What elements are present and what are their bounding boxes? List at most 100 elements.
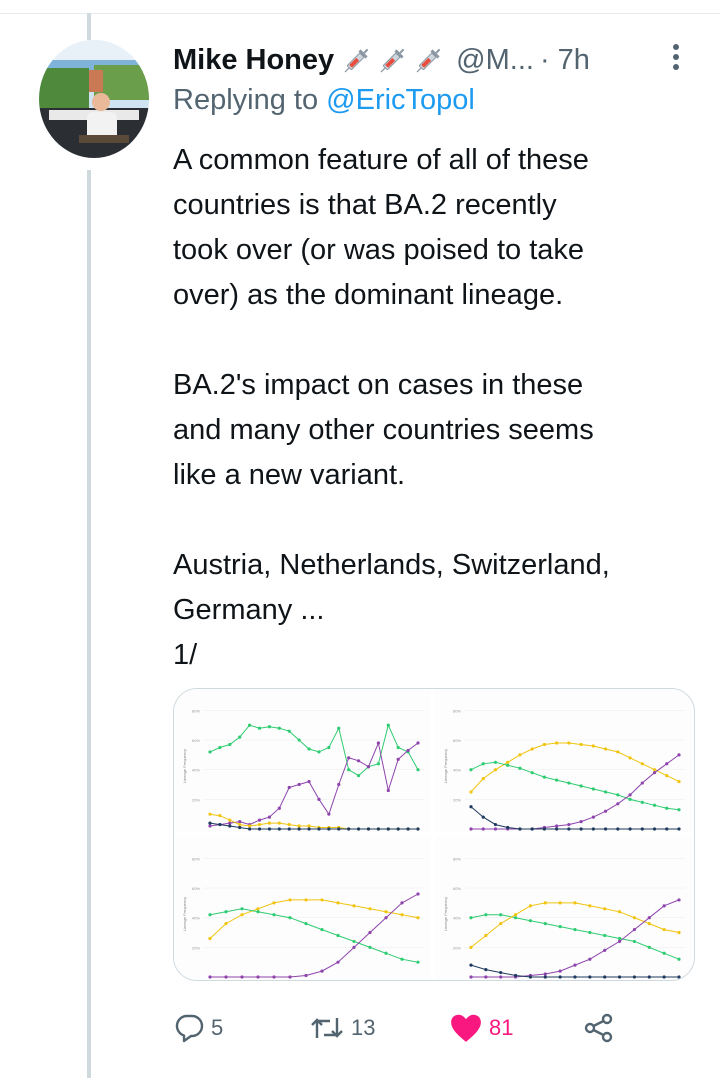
data-point bbox=[484, 913, 488, 917]
replying-to: Replying to @EricTopol bbox=[173, 84, 475, 117]
share-button[interactable] bbox=[583, 1005, 621, 1050]
data-point bbox=[297, 738, 301, 742]
data-point bbox=[287, 729, 291, 733]
data-point bbox=[469, 916, 473, 920]
data-point bbox=[499, 975, 503, 979]
author-name[interactable]: Mike Honey bbox=[173, 44, 334, 77]
retweet-button[interactable]: 13 bbox=[309, 1005, 375, 1050]
data-point bbox=[518, 753, 522, 757]
data-point bbox=[396, 827, 400, 831]
data-point bbox=[662, 975, 666, 979]
data-point bbox=[272, 913, 276, 917]
chart-image-4[interactable]: 80% 60% 40% 20% Lineage Frequency bbox=[435, 837, 692, 980]
data-point bbox=[386, 827, 390, 831]
data-point bbox=[567, 822, 571, 827]
data-point bbox=[573, 901, 577, 905]
data-point bbox=[238, 825, 242, 830]
data-point bbox=[307, 747, 311, 751]
data-point bbox=[224, 910, 228, 914]
data-point bbox=[208, 750, 212, 754]
data-point bbox=[567, 781, 571, 785]
data-point bbox=[484, 975, 488, 979]
series-line bbox=[209, 741, 419, 827]
data-point bbox=[336, 933, 340, 938]
data-point bbox=[208, 821, 212, 825]
data-point bbox=[238, 822, 242, 827]
like-count: 81 bbox=[489, 1014, 514, 1040]
series-line bbox=[209, 723, 419, 777]
data-point bbox=[297, 824, 301, 828]
data-point bbox=[376, 762, 380, 766]
data-point bbox=[588, 904, 592, 908]
data-point bbox=[499, 922, 503, 926]
data-point bbox=[347, 827, 351, 831]
data-point bbox=[558, 975, 562, 979]
data-point bbox=[317, 797, 321, 801]
series-line bbox=[470, 902, 680, 948]
data-point bbox=[484, 933, 488, 938]
chart-image-1[interactable]: 80% 60% 40% 20% Lineage Frequency bbox=[174, 689, 431, 832]
like-button[interactable]: 81 bbox=[449, 1005, 513, 1050]
reply-button[interactable]: 5 bbox=[173, 1005, 223, 1050]
reply-to-link[interactable]: @EricTopol bbox=[326, 84, 475, 116]
share-icon bbox=[584, 1013, 613, 1042]
syringe-icon bbox=[380, 48, 405, 73]
data-point bbox=[317, 827, 321, 831]
data-point bbox=[416, 892, 420, 896]
syringe-icon bbox=[416, 48, 441, 73]
data-point bbox=[384, 916, 388, 920]
data-point bbox=[665, 762, 669, 766]
data-point bbox=[304, 973, 308, 978]
data-point bbox=[272, 975, 276, 979]
data-point bbox=[647, 922, 651, 926]
data-point bbox=[628, 793, 632, 797]
y-tick-label: 20% bbox=[453, 797, 461, 802]
data-point bbox=[652, 827, 657, 831]
data-point bbox=[555, 778, 559, 782]
data-point bbox=[558, 925, 562, 929]
data-point bbox=[542, 775, 547, 779]
data-point bbox=[603, 975, 607, 979]
reply-prefix: Replying to bbox=[173, 84, 327, 116]
data-point bbox=[272, 901, 276, 905]
more-options-icon[interactable] bbox=[666, 40, 686, 74]
data-point bbox=[277, 821, 281, 825]
data-point bbox=[652, 803, 657, 807]
thread-line bbox=[87, 170, 91, 1078]
y-tick-label: 80% bbox=[453, 856, 461, 861]
data-point bbox=[347, 756, 351, 760]
data-point bbox=[647, 945, 651, 949]
data-point bbox=[208, 824, 212, 828]
chart-image-3[interactable]: 80% 60% 40% 20% Lineage Frequency bbox=[174, 837, 431, 980]
data-point bbox=[617, 939, 622, 944]
author-handle[interactable]: @M... bbox=[456, 44, 534, 77]
data-point bbox=[400, 957, 404, 961]
data-point bbox=[469, 975, 473, 979]
data-point bbox=[665, 774, 669, 778]
media-divider bbox=[174, 832, 694, 837]
data-point bbox=[248, 723, 252, 727]
data-point bbox=[337, 782, 341, 787]
data-point bbox=[616, 793, 620, 797]
data-point bbox=[573, 927, 577, 932]
avatar[interactable] bbox=[39, 40, 149, 158]
data-point bbox=[588, 957, 592, 961]
data-point bbox=[256, 975, 260, 979]
tweet-time[interactable]: · 7h bbox=[540, 44, 590, 77]
data-point bbox=[542, 827, 547, 831]
data-point bbox=[665, 806, 669, 810]
data-point bbox=[416, 916, 420, 920]
data-point bbox=[579, 827, 583, 831]
data-point bbox=[352, 945, 356, 949]
data-point bbox=[647, 916, 651, 920]
data-point bbox=[277, 827, 281, 831]
data-point bbox=[297, 827, 301, 831]
data-point bbox=[528, 919, 533, 923]
data-point bbox=[366, 827, 371, 831]
data-point bbox=[356, 759, 361, 763]
data-point bbox=[677, 957, 681, 961]
data-point bbox=[238, 735, 242, 739]
tweet-header: Mike Honey @M... · 7h bbox=[173, 40, 713, 80]
chart-image-2[interactable]: 80% 60% 40% 20% Lineage Frequency bbox=[435, 689, 692, 832]
data-point bbox=[567, 741, 571, 745]
